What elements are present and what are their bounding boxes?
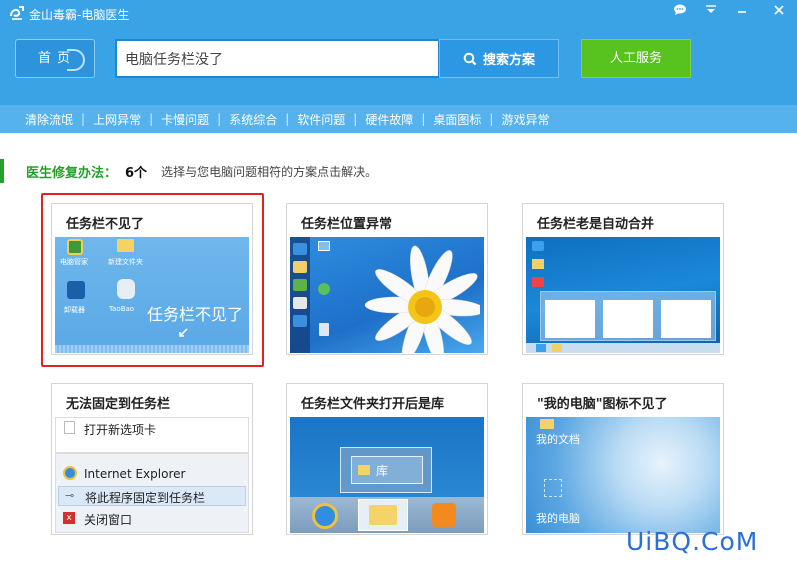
search-input[interactable] <box>117 41 438 76</box>
search-box <box>115 39 440 78</box>
solution-card-folder-opens-library[interactable]: 任务栏文件夹打开后是库 库 <box>286 383 488 535</box>
desktop-icon-label: 我的电脑 <box>536 512 580 525</box>
left-taskbar <box>290 237 310 353</box>
solution-card-my-computer-missing[interactable]: "我的电脑"图标不见了 我的文档 我的电脑 <box>522 383 724 535</box>
desktop-icon-label: 我的文档 <box>536 433 580 446</box>
library-popup: 库 <box>340 447 432 493</box>
card-thumbnail: 我的文档 我的电脑 <box>526 417 720 533</box>
menu-item-label: Internet Explorer <box>84 467 186 481</box>
window-previews <box>540 291 716 341</box>
nav-item-hardware[interactable]: 硬件故障 <box>357 111 421 128</box>
pin-icon: ⊸ <box>65 489 75 502</box>
pin-menu-item[interactable]: ⊸ 将此程序固定到任务栏 <box>58 486 246 506</box>
my-documents-icon <box>540 419 554 429</box>
missing-computer-icon <box>544 479 562 497</box>
nav-item-games[interactable]: 游戏异常 <box>493 111 557 128</box>
app-icon <box>532 277 544 287</box>
minimize-icon[interactable] <box>730 0 754 22</box>
intro-description: 选择与您电脑问题相符的方案点击解决。 <box>161 164 378 179</box>
search-button-label: 搜索方案 <box>482 53 535 68</box>
menu-item-label: 将此程序固定到任务栏 <box>85 491 206 505</box>
card-thumbnail <box>290 237 484 353</box>
search-button[interactable]: 搜索方案 <box>439 39 559 78</box>
nav-item-system[interactable]: 系统综合 <box>221 111 285 128</box>
home-button[interactable]: 首页 <box>15 39 95 78</box>
app-logo-icon <box>10 6 24 20</box>
nav-item-clear-rogue[interactable]: 清除流氓 <box>17 111 81 128</box>
search-icon <box>463 52 477 65</box>
recycle-bin-icon <box>319 323 329 336</box>
header: 金山毒霸-电脑医生 首页 搜索方案 人工服务 <box>0 0 797 105</box>
nav-item-desktop-icons[interactable]: 桌面图标 <box>425 111 489 128</box>
menu-dropdown-icon[interactable] <box>699 0 723 22</box>
explorer-button <box>358 499 408 531</box>
accent-bar <box>0 159 4 183</box>
card-title: 任务栏老是自动合并 <box>537 217 655 232</box>
taskbar <box>290 497 484 533</box>
jumplist-tasks: Internet Explorer ⊸ 将此程序固定到任务栏 x 关闭窗口 <box>55 453 249 533</box>
ie-icon <box>63 466 77 480</box>
card-title: 任务栏位置异常 <box>301 217 393 232</box>
menu-item-label: 打开新选项卡 <box>84 423 157 437</box>
close-icon[interactable] <box>767 0 791 22</box>
category-nav: 清除流氓 | 上网异常 | 卡慢问题 | 系统综合 | 软件问题 | 硬件故障 | 桌面图标… <box>0 105 797 133</box>
feedback-icon[interactable] <box>668 0 692 22</box>
ie-icon <box>532 241 544 251</box>
card-thumbnail: 打开新选项卡 Internet Explorer ⊸ 将此程序固定到任务栏 x … <box>55 417 249 533</box>
solution-card-taskbar-position[interactable]: 任务栏位置异常 <box>286 203 488 355</box>
folder-icon <box>532 259 544 269</box>
library-icon <box>358 465 370 475</box>
solution-card-taskbar-auto-merge[interactable]: 任务栏老是自动合并 <box>522 203 724 355</box>
card-thumbnail <box>526 237 720 353</box>
site-watermark: UiBQ.CoM <box>626 527 759 556</box>
daisy-flower <box>364 245 480 353</box>
human-service-button[interactable]: 人工服务 <box>581 39 691 78</box>
menu-item-label: 关闭窗口 <box>84 513 133 527</box>
close-window-icon: x <box>63 512 75 524</box>
card-thumbnail: 库 <box>290 417 484 533</box>
app-title: 金山毒霸-电脑医生 <box>29 8 130 22</box>
jumplist-top: 打开新选项卡 <box>55 417 249 453</box>
library-label: 库 <box>376 464 389 478</box>
nav-item-slow[interactable]: 卡慢问题 <box>153 111 217 128</box>
nav-item-software[interactable]: 软件问题 <box>289 111 353 128</box>
solution-card-cannot-pin[interactable]: 无法固定到任务栏 打开新选项卡 Internet Explorer ⊸ 将此程序… <box>51 383 253 535</box>
solution-count: 6个 <box>125 165 148 181</box>
ie-icon <box>312 503 338 529</box>
media-player-icon <box>432 503 456 527</box>
computer-icon <box>318 241 330 251</box>
selection-highlight <box>41 193 264 367</box>
intro-label: 医生修复办法： <box>26 165 118 181</box>
card-title: 无法固定到任务栏 <box>66 397 171 412</box>
new-tab-icon <box>64 421 75 434</box>
taskbar <box>526 343 720 353</box>
nav-item-network[interactable]: 上网异常 <box>85 111 149 128</box>
card-title: "我的电脑"图标不见了 <box>537 397 668 412</box>
network-icon <box>318 283 330 295</box>
title-bar: 金山毒霸-电脑医生 <box>0 0 797 26</box>
solutions-intro: 医生修复办法： 6个 选择与您电脑问题相符的方案点击解决。 <box>0 159 377 183</box>
card-title: 任务栏文件夹打开后是库 <box>301 397 445 412</box>
